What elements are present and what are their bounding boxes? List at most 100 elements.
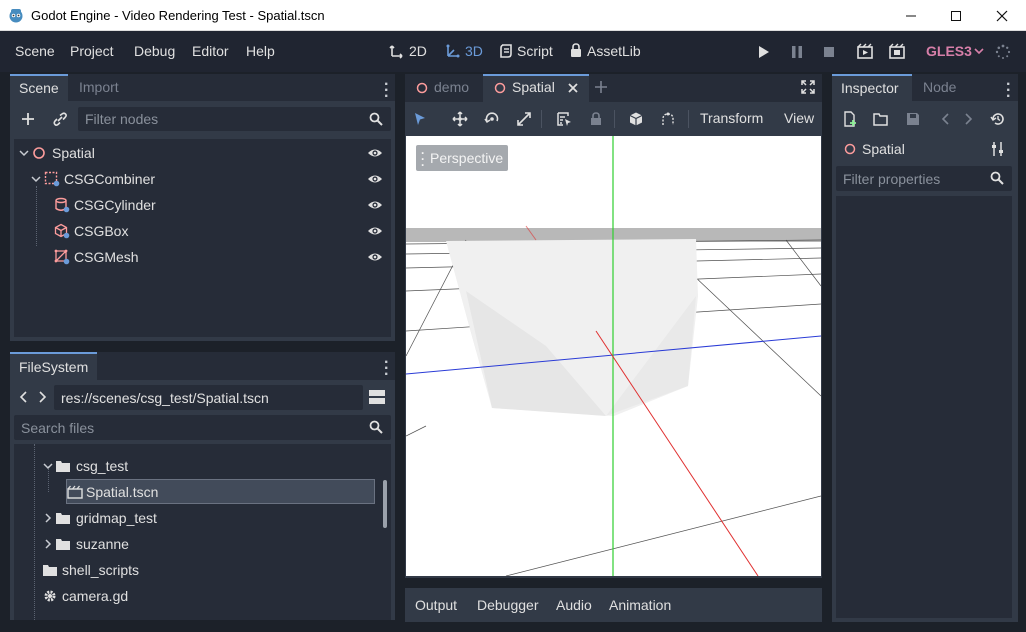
menu-scene[interactable]: Scene: [15, 43, 55, 59]
list-select-button[interactable]: [552, 108, 576, 130]
list-select-icon: [557, 112, 571, 126]
drag-handle-icon: · · ·: [421, 146, 425, 172]
file-item-spatial-tscn[interactable]: Spatial.tscn: [67, 479, 158, 505]
scrolled-item-remnant: [54, 444, 274, 445]
tree-node-csgcombiner[interactable]: CSGCombiner: [30, 166, 388, 192]
close-window-button[interactable]: [979, 0, 1025, 31]
add-tab-icon[interactable]: [594, 80, 608, 94]
rotate-tool-button[interactable]: [480, 108, 504, 130]
tab-filesystem[interactable]: FileSystem: [10, 352, 97, 380]
split-view-icon[interactable]: [368, 389, 386, 405]
forward-arrow-icon[interactable]: [38, 390, 48, 404]
bottom-tab-output[interactable]: Output: [415, 597, 457, 613]
2d-mode-icon: [389, 45, 403, 59]
play-icon[interactable]: [757, 45, 771, 59]
pause-icon[interactable]: [790, 45, 804, 59]
stop-icon[interactable]: [822, 45, 836, 59]
tree-node-csgbox[interactable]: CSGBox: [54, 218, 388, 244]
filesystem-dock-menu-icon[interactable]: · · ·: [384, 355, 390, 383]
folder-icon: [56, 513, 70, 524]
maximize-button[interactable]: [933, 0, 979, 31]
back-arrow-icon[interactable]: [18, 390, 28, 404]
tree-node-spatial[interactable]: Spatial: [18, 140, 388, 166]
lock-button[interactable]: [584, 108, 608, 130]
file-item-gridmap-test[interactable]: gridmap_test: [42, 505, 157, 531]
editor-tab-demo[interactable]: demo: [405, 74, 483, 102]
tab-import[interactable]: Import: [79, 79, 119, 95]
scene-dock-menu-icon[interactable]: · · ·: [384, 77, 390, 105]
tab-inspector[interactable]: Inspector: [832, 74, 912, 101]
inspector-properties-list: [836, 196, 1012, 618]
visibility-eye-icon[interactable]: [367, 172, 383, 186]
mode-assetlib-button[interactable]: AssetLib: [569, 43, 641, 59]
save-icon[interactable]: [905, 111, 921, 127]
menu-project[interactable]: Project: [70, 43, 114, 59]
inspector-dock-menu-icon[interactable]: · · ·: [1006, 77, 1012, 105]
menu-editor[interactable]: Editor: [192, 43, 229, 59]
object-properties-tools-icon[interactable]: [990, 141, 1006, 157]
filter-properties-input[interactable]: Filter properties: [836, 166, 1012, 191]
mode-script-button[interactable]: Script: [499, 43, 553, 59]
select-tool-button[interactable]: [408, 108, 432, 130]
visibility-eye-icon[interactable]: [367, 224, 383, 238]
instance-link-icon[interactable]: [52, 111, 68, 127]
file-item-camera-gd[interactable]: camera.gd: [43, 583, 128, 609]
transform-menu[interactable]: Transform: [700, 110, 763, 126]
expand-arrow-icon[interactable]: [42, 512, 54, 524]
collapse-arrow-icon[interactable]: [42, 460, 54, 472]
collapse-arrow-icon[interactable]: [30, 173, 42, 185]
update-spinner-icon[interactable]: [995, 44, 1011, 60]
add-node-icon[interactable]: [20, 111, 36, 127]
view-menu[interactable]: View: [784, 110, 814, 126]
close-tab-icon[interactable]: [567, 82, 579, 94]
tree-node-label: CSGBox: [74, 223, 129, 239]
search-files-input[interactable]: Search files: [14, 415, 391, 440]
visibility-eye-icon[interactable]: [367, 250, 383, 264]
bottom-tab-audio[interactable]: Audio: [556, 597, 592, 613]
mode-2d-button[interactable]: 2D: [389, 43, 427, 59]
3d-viewport[interactable]: [406, 136, 821, 576]
local-space-button[interactable]: [624, 108, 648, 130]
path-input[interactable]: res://scenes/csg_test/Spatial.tscn: [54, 385, 363, 410]
mode-3d-label: 3D: [465, 43, 483, 59]
play-scene-icon[interactable]: [856, 43, 874, 61]
lock-icon: [591, 112, 601, 125]
snap-button[interactable]: [656, 108, 680, 130]
folder-icon: [56, 539, 70, 550]
visibility-eye-icon[interactable]: [367, 198, 383, 212]
menu-help[interactable]: Help: [246, 43, 275, 59]
menu-debug[interactable]: Debug: [134, 43, 175, 59]
minimize-button[interactable]: [888, 0, 934, 31]
file-scrollbar[interactable]: [383, 480, 387, 528]
file-item-shell-scripts[interactable]: shell_scripts: [43, 557, 139, 583]
expand-arrow-icon[interactable]: [42, 538, 54, 550]
bottom-tab-animation[interactable]: Animation: [609, 597, 671, 613]
move-tool-button[interactable]: [448, 108, 472, 130]
new-resource-icon[interactable]: [842, 111, 858, 127]
history-back-icon[interactable]: [940, 112, 950, 126]
visibility-eye-icon[interactable]: [367, 146, 383, 160]
tree-node-csgcylinder[interactable]: CSGCylinder: [54, 192, 388, 218]
filter-nodes-input[interactable]: Filter nodes: [78, 107, 391, 131]
tree-node-csgmesh[interactable]: CSGMesh: [54, 244, 388, 270]
file-item-csg-test[interactable]: csg_test: [42, 453, 128, 479]
spatial-node-icon: [844, 143, 856, 155]
open-folder-icon[interactable]: [873, 111, 889, 127]
search-icon: [369, 112, 383, 126]
renderer-selector[interactable]: GLES3: [926, 43, 984, 59]
collapse-arrow-icon[interactable]: [18, 147, 30, 159]
rotate-icon: [484, 112, 499, 124]
editor-tab-spatial[interactable]: Spatial: [483, 74, 589, 102]
bottom-tab-debugger[interactable]: Debugger: [477, 597, 539, 613]
inspected-object-name[interactable]: Spatial: [862, 141, 905, 157]
mode-3d-button[interactable]: 3D: [445, 43, 483, 59]
scale-tool-button[interactable]: [512, 108, 536, 130]
history-forward-icon[interactable]: [964, 112, 974, 126]
play-custom-scene-icon[interactable]: [888, 43, 906, 61]
distraction-free-icon[interactable]: [801, 80, 815, 94]
tab-scene[interactable]: Scene: [10, 74, 68, 101]
file-item-suzanne[interactable]: suzanne: [42, 531, 129, 557]
tab-node[interactable]: Node: [923, 79, 956, 95]
perspective-menu[interactable]: · · · Perspective: [416, 145, 508, 171]
history-icon[interactable]: [990, 111, 1006, 127]
